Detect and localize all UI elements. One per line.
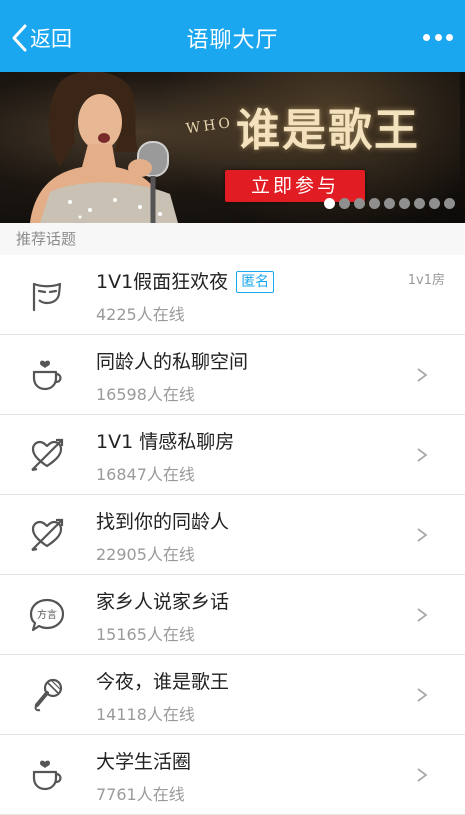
list-item[interactable]: 大学生活圈 7761人在线 [0, 735, 465, 815]
online-count: 22905人在线 [96, 545, 195, 564]
online-count: 7761人在线 [96, 785, 185, 804]
singer-image [30, 72, 178, 223]
topic-name: 同龄人的私聊空间 [96, 351, 249, 373]
chevron-right-icon [417, 368, 428, 382]
carousel-dot[interactable] [369, 198, 380, 209]
section-title: 推荐话题 [16, 230, 77, 248]
topic-name: 找到你的同龄人 [96, 511, 230, 533]
banner-title: 谁是歌王 [236, 105, 420, 156]
list-item[interactable]: 同龄人的私聊空间 16598人在线 [0, 335, 465, 415]
carousel-dot[interactable] [429, 198, 440, 209]
heart-arrow-icon [28, 516, 66, 554]
carousel-dot[interactable] [384, 198, 395, 209]
chevron-right-icon [417, 528, 428, 542]
topic-name: 1V1假面狂欢夜 匿名 [96, 267, 275, 294]
chevron-right-icon [417, 768, 428, 782]
more-dot-icon [446, 33, 453, 41]
online-count: 16847人在线 [96, 465, 195, 484]
online-count: 15165人在线 [96, 625, 195, 644]
topic-list: 1V1假面狂欢夜 匿名 4225人在线 1v1房 同龄人的私聊空间 16598人在… [0, 255, 465, 815]
chevron-right-icon [417, 688, 428, 702]
coffee-cup-icon [28, 356, 66, 394]
topic-name: 大学生活圈 [96, 751, 192, 773]
chevron-right-icon [417, 448, 428, 462]
top-bar: 返回 语聊大厅 [0, 0, 465, 72]
promo-banner[interactable]: WHO 谁是歌王 立即参与 [0, 72, 465, 223]
carousel-dot[interactable] [444, 198, 455, 209]
carousel-dot[interactable] [414, 198, 425, 209]
list-item[interactable]: 今夜，谁是歌王 14118人在线 [0, 655, 465, 735]
dialect-bubble-icon: 方言 [28, 596, 66, 634]
list-item[interactable]: 找到你的同龄人 22905人在线 [0, 495, 465, 575]
more-dot-icon [423, 33, 430, 41]
topic-name: 1V1 情感私聊房 [96, 431, 235, 453]
carousel-dot[interactable] [324, 198, 335, 209]
heart-arrow-icon [28, 436, 66, 474]
room-type-tag: 1v1房 [407, 273, 445, 288]
online-count: 16598人在线 [96, 385, 195, 404]
carousel-dot[interactable] [354, 198, 365, 209]
more-menu-button[interactable] [423, 30, 453, 44]
carousel-indicator[interactable] [324, 198, 455, 209]
carousel-dot[interactable] [399, 198, 410, 209]
mask-icon [28, 276, 66, 314]
chevron-right-icon [417, 608, 428, 622]
page-title: 语聊大厅 [186, 28, 279, 53]
list-item[interactable]: 1V1假面狂欢夜 匿名 4225人在线 1v1房 [0, 255, 465, 335]
anonymous-badge: 匿名 [236, 271, 275, 293]
online-count: 4225人在线 [96, 305, 185, 324]
list-item[interactable]: 1V1 情感私聊房 16847人在线 [0, 415, 465, 495]
topic-name: 今夜，谁是歌王 [96, 671, 230, 693]
more-dot-icon [434, 33, 442, 41]
carousel-dot[interactable] [339, 198, 350, 209]
microphone-icon [28, 676, 66, 714]
online-count: 14118人在线 [96, 705, 195, 724]
svg-text:方言: 方言 [37, 608, 57, 621]
section-header: 推荐话题 [0, 223, 465, 256]
coffee-cup-icon [28, 756, 66, 794]
topic-name: 家乡人说家乡话 [96, 591, 230, 613]
list-item[interactable]: 方言 家乡人说家乡话 15165人在线 [0, 575, 465, 655]
